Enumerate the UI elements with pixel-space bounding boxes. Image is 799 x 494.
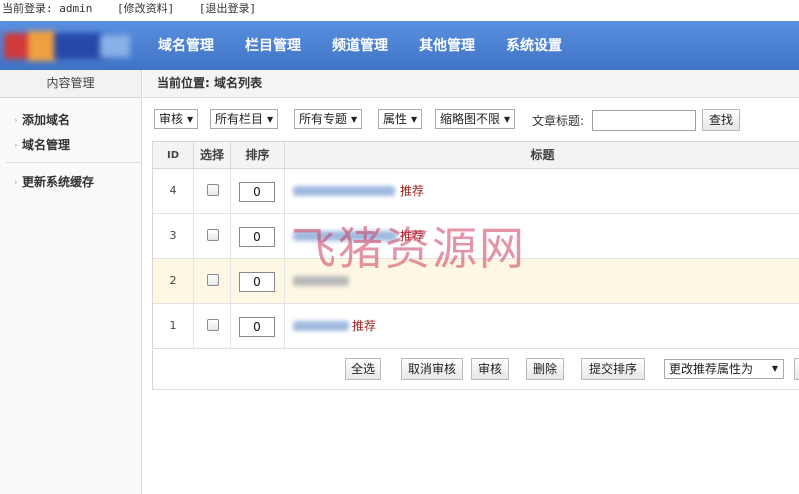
- dropdown-arrow-icon: ▼: [771, 364, 778, 373]
- table-header: ID 选择 排序 标题: [153, 142, 799, 169]
- sidebar-item-refresh-cache[interactable]: › 更新系统缓存: [14, 173, 94, 190]
- sort-order-input[interactable]: 0: [239, 272, 275, 292]
- dropdown-arrow-icon: ▼: [267, 115, 274, 124]
- table-row: 1 0 推荐: [153, 304, 799, 349]
- delete-button[interactable]: 删除: [526, 358, 564, 380]
- table-row: 3 0 推荐: [153, 214, 799, 259]
- row-title-link[interactable]: [293, 231, 397, 241]
- thumbnail-filter-value: 缩略图不限: [440, 112, 501, 126]
- thumbnail-filter-select[interactable]: 缩略图不限 ▼: [435, 109, 516, 129]
- sidebar-item-label: 更新系统缓存: [22, 175, 95, 189]
- nav-other-manage[interactable]: 其他管理: [419, 21, 475, 70]
- col-select: 选择: [194, 142, 231, 169]
- sort-order-input[interactable]: 0: [239, 182, 275, 202]
- column-filter-value: 所有栏目: [215, 112, 264, 126]
- login-status: 当前登录: admin: [2, 2, 93, 15]
- audit-filter-select[interactable]: 审核 ▼: [154, 109, 199, 129]
- row-title-cell: [285, 259, 799, 303]
- table-row: 4 0 推荐: [153, 169, 799, 214]
- title-search-input[interactable]: [592, 110, 696, 131]
- domain-list-table: ID 选择 排序 标题 4 0 推荐 3 0 推荐 2 0 1 0 推荐: [152, 141, 799, 349]
- col-title: 标题: [530, 148, 555, 162]
- change-attribute-select[interactable]: 更改推荐属性为 ▼: [664, 359, 784, 379]
- dropdown-arrow-icon: ▼: [411, 115, 418, 124]
- column-filter-select[interactable]: 所有栏目 ▼: [210, 109, 279, 129]
- apply-attribute-button[interactable]: [794, 358, 799, 380]
- row-checkbox[interactable]: [207, 229, 219, 241]
- row-id: 1: [153, 304, 194, 348]
- sidebar-item-label: 添加域名: [22, 113, 71, 127]
- nav-column-manage[interactable]: 栏目管理: [245, 21, 301, 70]
- row-id: 3: [153, 214, 194, 258]
- top-status-bar: 当前登录: admin [修改资料] [退出登录]: [0, 0, 799, 20]
- sort-order-input[interactable]: 0: [239, 227, 275, 247]
- sidebar-item-label: 域名管理: [22, 138, 71, 152]
- row-title-link[interactable]: [293, 276, 349, 286]
- dropdown-arrow-icon: ▼: [187, 115, 194, 124]
- change-attribute-value: 更改推荐属性为: [669, 362, 754, 376]
- row-checkbox[interactable]: [207, 184, 219, 196]
- site-logo: [4, 29, 137, 63]
- nav-channel-manage[interactable]: 频道管理: [332, 21, 388, 70]
- row-title-link[interactable]: [293, 321, 349, 331]
- sort-order-input[interactable]: 0: [239, 317, 275, 337]
- main-nav: 域名管理 栏目管理 频道管理 其他管理 系统设置: [158, 21, 593, 70]
- select-all-button[interactable]: 全选: [345, 358, 381, 380]
- edit-profile-link[interactable]: [修改资料]: [117, 2, 174, 15]
- submit-sort-button[interactable]: 提交排序: [581, 358, 645, 380]
- nav-system-settings[interactable]: 系统设置: [506, 21, 562, 70]
- row-select-cell: [194, 304, 231, 348]
- topic-filter-select[interactable]: 所有专题 ▼: [294, 109, 363, 129]
- bullet-icon: ›: [14, 116, 18, 126]
- row-title-cell: 推荐: [285, 214, 799, 258]
- recommend-tag: 推荐: [400, 184, 425, 198]
- row-sort-cell: 0: [231, 214, 285, 258]
- row-checkbox[interactable]: [207, 274, 219, 286]
- row-title-link[interactable]: [293, 186, 395, 196]
- row-title-cell: 推荐: [285, 169, 799, 213]
- row-title-cell: 推荐: [285, 304, 799, 348]
- bullet-icon: ›: [14, 178, 18, 188]
- dropdown-arrow-icon: ▼: [351, 115, 358, 124]
- recommend-tag: 推荐: [352, 319, 377, 333]
- cancel-audit-button[interactable]: 取消审核: [401, 358, 463, 380]
- row-select-cell: [194, 214, 231, 258]
- sidebar-item-add-domain[interactable]: › 添加域名: [14, 111, 70, 128]
- row-select-cell: [194, 259, 231, 303]
- row-id: 4: [153, 169, 194, 213]
- col-sort: 排序: [231, 142, 285, 169]
- audit-filter-value: 审核: [159, 112, 184, 126]
- bullet-icon: ›: [14, 141, 18, 151]
- attribute-filter-value: 属性: [383, 112, 408, 126]
- dropdown-arrow-icon: ▼: [504, 115, 511, 124]
- row-sort-cell: 0: [231, 304, 285, 348]
- recommend-tag: 推荐: [400, 229, 425, 243]
- title-search-label: 文章标题:: [532, 114, 585, 128]
- nav-domain-manage[interactable]: 域名管理: [158, 21, 214, 70]
- table-row: 2 0: [153, 259, 799, 304]
- sidebar-item-domain-manage[interactable]: › 域名管理: [14, 136, 70, 153]
- topic-filter-value: 所有专题: [299, 112, 348, 126]
- row-select-cell: [194, 169, 231, 213]
- row-id: 2: [153, 259, 194, 303]
- row-sort-cell: 0: [231, 169, 285, 213]
- attribute-filter-select[interactable]: 属性 ▼: [378, 109, 423, 129]
- audit-button[interactable]: 审核: [471, 358, 509, 380]
- logout-link[interactable]: [退出登录]: [199, 2, 256, 15]
- sidebar-divider: [6, 162, 142, 163]
- row-sort-cell: 0: [231, 259, 285, 303]
- search-button[interactable]: 查找: [702, 109, 740, 131]
- breadcrumb: 当前位置: 域名列表: [143, 70, 799, 98]
- row-checkbox[interactable]: [207, 319, 219, 331]
- sidebar: 内容管理 › 添加域名 › 域名管理 › 更新系统缓存: [0, 70, 142, 494]
- sidebar-header: 内容管理: [0, 70, 141, 98]
- col-id: ID: [153, 142, 194, 169]
- main-header: 域名管理 栏目管理 频道管理 其他管理 系统设置: [0, 21, 799, 70]
